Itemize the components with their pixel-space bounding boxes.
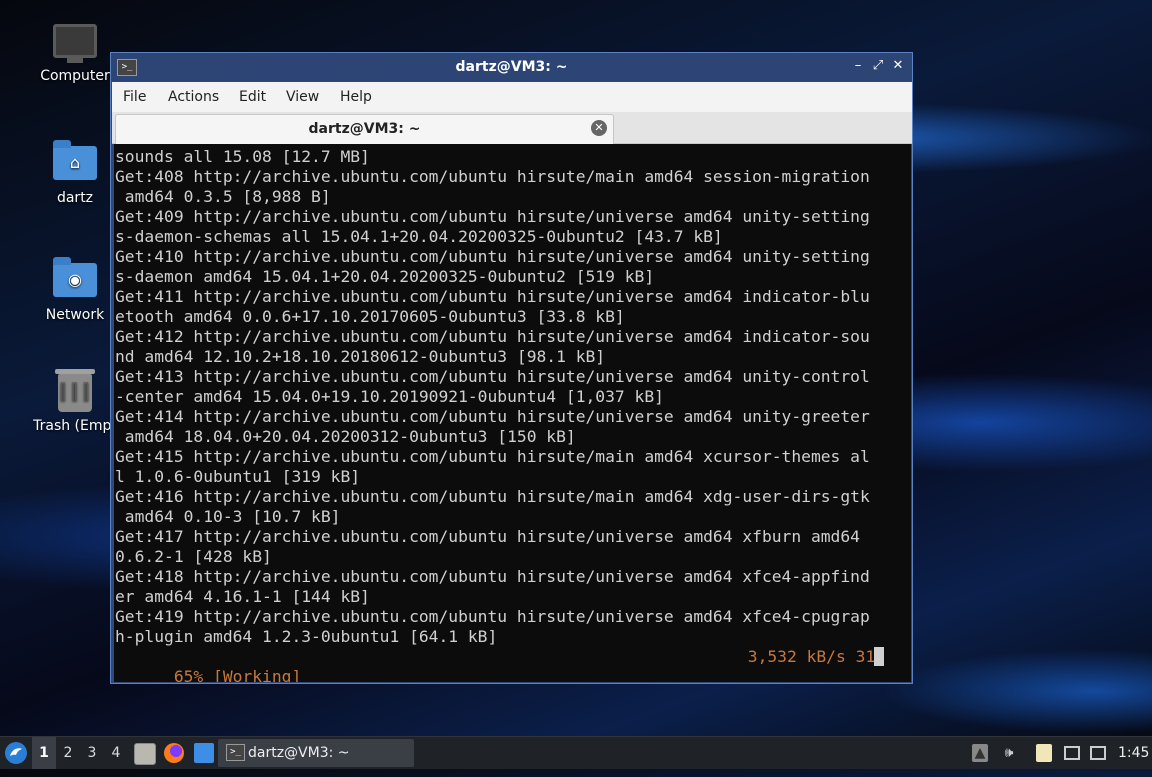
scroll-icon[interactable]: ▲ bbox=[972, 744, 988, 762]
maximize-button[interactable]: ⤢ bbox=[870, 58, 886, 74]
terminal-line: Get:414 http://archive.ubuntu.com/ubuntu… bbox=[115, 407, 870, 426]
minimize-button[interactable]: – bbox=[850, 58, 866, 74]
terminal-output[interactable]: sounds all 15.08 [12.7 MB] Get:408 http:/… bbox=[114, 144, 911, 682]
terminal-line: Get:417 http://archive.ubuntu.com/ubuntu… bbox=[115, 527, 860, 546]
terminal-line: Get:412 http://archive.ubuntu.com/ubuntu… bbox=[115, 327, 870, 346]
network-icon[interactable] bbox=[1064, 746, 1080, 760]
network-folder-icon: ◉ bbox=[53, 257, 97, 303]
taskbar-panel: 1 2 3 4 >_ dartz@VM3: ~ ▲ 🕪 1:45 bbox=[0, 736, 1152, 769]
window-titlebar[interactable]: >_ dartz@VM3: ~ – ⤢ ✕ bbox=[111, 53, 912, 81]
computer-icon bbox=[53, 24, 97, 64]
terminal-line: Get:413 http://archive.ubuntu.com/ubuntu… bbox=[115, 367, 870, 386]
task-label: dartz@VM3: ~ bbox=[248, 745, 350, 761]
tab-bar: dartz@VM3: ~ ✕ bbox=[112, 112, 912, 144]
terminal-line: s-daemon amd64 15.04.1+20.04.20200325-0u… bbox=[115, 267, 655, 286]
menu-edit[interactable]: Edit bbox=[239, 89, 266, 105]
terminal-line: amd64 0.10-3 [10.7 kB] bbox=[115, 507, 341, 526]
terminal-line: s-daemon-schemas all 15.04.1+20.04.20200… bbox=[115, 227, 723, 246]
terminal-window: >_ dartz@VM3: ~ – ⤢ ✕ File Actions Edit … bbox=[110, 52, 913, 684]
terminal-cursor bbox=[874, 647, 884, 666]
terminal-line: Get:411 http://archive.ubuntu.com/ubuntu… bbox=[115, 287, 870, 306]
menu-file[interactable]: File bbox=[123, 89, 146, 105]
tab-title: dartz@VM3: ~ bbox=[308, 121, 421, 137]
start-menu-icon[interactable] bbox=[4, 741, 28, 765]
terminal-line: amd64 18.04.0+20.04.20200312-0ubuntu3 [1… bbox=[115, 427, 576, 446]
terminal-line: er amd64 4.16.1-1 [144 kB] bbox=[115, 587, 370, 606]
home-folder-icon: ⌂ bbox=[53, 140, 97, 186]
terminal-lines: sounds all 15.08 [12.7 MB] Get:408 http:/… bbox=[115, 147, 870, 647]
window-title: dartz@VM3: ~ bbox=[455, 59, 568, 75]
notification-icon[interactable] bbox=[1090, 746, 1106, 760]
progress-status-line: 65% [Working] 3,532 kB/s 31s bbox=[115, 647, 885, 682]
tab-close-icon[interactable]: ✕ bbox=[591, 120, 607, 136]
workspace-4[interactable]: 4 bbox=[104, 737, 128, 769]
terminal-line: Get:419 http://archive.ubuntu.com/ubuntu… bbox=[115, 607, 870, 626]
menubar: File Actions Edit View Help bbox=[112, 82, 912, 112]
terminal-task-icon: >_ bbox=[226, 744, 245, 761]
clock[interactable]: 1:45 bbox=[1118, 737, 1149, 769]
folder-icon[interactable] bbox=[194, 743, 214, 763]
terminal-line: etooth amd64 0.0.6+17.10.20170605-0ubunt… bbox=[115, 307, 625, 326]
firefox-icon[interactable] bbox=[164, 743, 184, 763]
terminal-line: sounds all 15.08 [12.7 MB] bbox=[115, 147, 370, 166]
trash-icon bbox=[53, 369, 97, 414]
close-button[interactable]: ✕ bbox=[890, 58, 906, 74]
clipboard-icon[interactable] bbox=[1036, 744, 1052, 762]
menu-help[interactable]: Help bbox=[340, 89, 372, 105]
terminal-line: Get:416 http://archive.ubuntu.com/ubuntu… bbox=[115, 487, 870, 506]
terminal-line: nd amd64 12.10.2+18.10.20180612-0ubuntu3… bbox=[115, 347, 606, 366]
terminal-line: 0.6.2-1 [428 kB] bbox=[115, 547, 272, 566]
terminal-line: Get:415 http://archive.ubuntu.com/ubuntu… bbox=[115, 447, 870, 466]
progress-status-right: 3,532 kB/s 31s bbox=[747, 647, 885, 666]
terminal-tab[interactable]: dartz@VM3: ~ ✕ bbox=[115, 114, 614, 144]
terminal-line: amd64 0.3.5 [8,988 B] bbox=[115, 187, 331, 206]
terminal-line: Get:418 http://archive.ubuntu.com/ubuntu… bbox=[115, 567, 870, 586]
terminal-line: l 1.0.6-0ubuntu1 [319 kB] bbox=[115, 467, 361, 486]
terminal-line: Get:409 http://archive.ubuntu.com/ubuntu… bbox=[115, 207, 870, 226]
workspace-2[interactable]: 2 bbox=[56, 737, 80, 769]
workspace-3[interactable]: 3 bbox=[80, 737, 104, 769]
task-button-terminal[interactable]: >_ dartz@VM3: ~ bbox=[218, 739, 414, 767]
files-icon[interactable] bbox=[134, 743, 156, 765]
progress-status-left: 65% [Working] bbox=[173, 667, 302, 682]
workspace-1[interactable]: 1 bbox=[32, 737, 56, 769]
terminal-line: -center amd64 15.04.0+19.10.20190921-0ub… bbox=[115, 387, 664, 406]
terminal-line: Get:410 http://archive.ubuntu.com/ubuntu… bbox=[115, 247, 870, 266]
terminal-line: Get:408 http://archive.ubuntu.com/ubuntu… bbox=[115, 167, 870, 186]
menu-actions[interactable]: Actions bbox=[168, 89, 219, 105]
terminal-line: h-plugin amd64 1.2.3-0ubuntu1 [64.1 kB] bbox=[115, 627, 498, 646]
menu-view[interactable]: View bbox=[286, 89, 319, 105]
volume-icon[interactable]: 🕪 bbox=[1001, 744, 1017, 762]
